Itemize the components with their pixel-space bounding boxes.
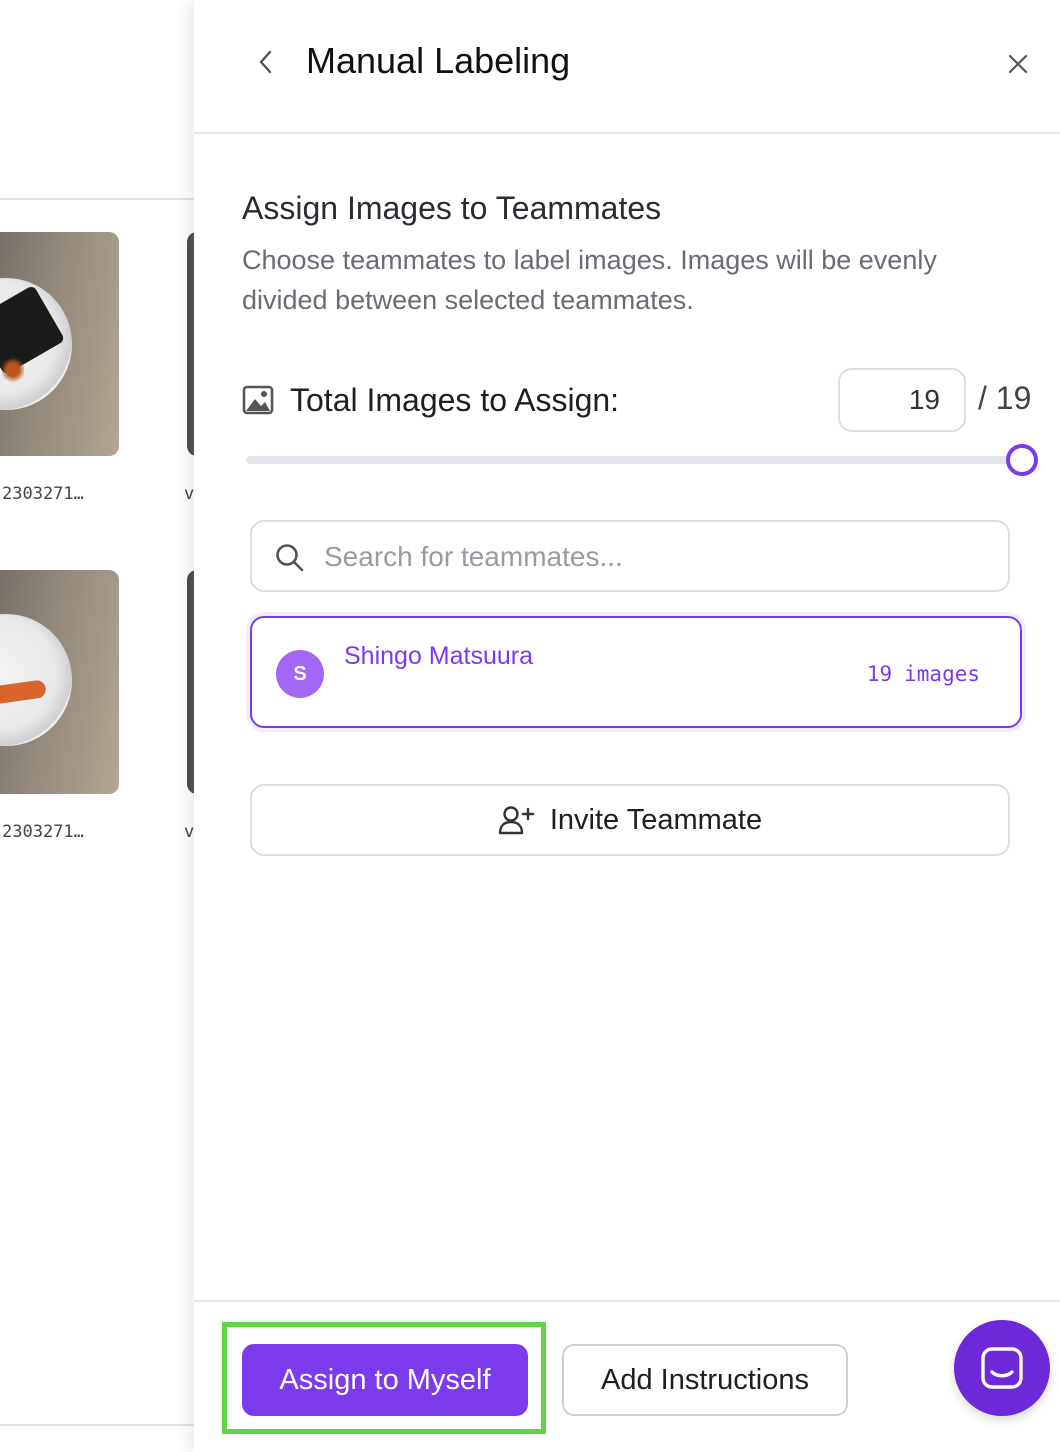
chevron-left-icon — [259, 50, 272, 74]
image-gallery: 2303271… v 2303271… v — [0, 0, 194, 1452]
search-input[interactable] — [324, 534, 984, 580]
image-count-unit: images — [904, 662, 980, 686]
total-images-label: Total Images to Assign: — [290, 382, 620, 418]
gallery-thumbnail[interactable] — [0, 570, 119, 794]
invite-teammate-button[interactable]: Invite Teammate — [250, 784, 1010, 856]
thumbnail-label: 2303271… — [2, 822, 84, 842]
add-user-icon — [498, 806, 535, 835]
add-instructions-button[interactable]: Add Instructions — [562, 1344, 848, 1416]
assign-to-myself-button[interactable]: Assign to Myself — [242, 1344, 528, 1416]
panel-footer: Assign to Myself Add Instructions — [194, 1300, 1060, 1452]
gallery-thumbnail[interactable] — [187, 232, 194, 456]
total-images-max: / 19 — [978, 380, 1032, 416]
chat-icon — [981, 1347, 1023, 1389]
total-images-row: Total Images to Assign: 19 / 19 — [242, 368, 1060, 432]
panel-title: Manual Labeling — [306, 40, 571, 81]
search-icon — [276, 544, 304, 572]
images-slider-track[interactable] — [246, 456, 1022, 464]
gallery-thumbnail[interactable] — [0, 232, 119, 456]
invite-teammate-label: Invite Teammate — [549, 803, 763, 836]
avatar: S — [276, 650, 324, 698]
total-images-input[interactable]: 19 — [838, 368, 966, 432]
close-button[interactable] — [1002, 48, 1034, 80]
back-button[interactable] — [250, 46, 282, 78]
food-graphic — [2, 352, 24, 388]
teammate-name: Shingo Matsuura — [344, 642, 534, 670]
teammate-image-count: 19 images — [867, 662, 980, 686]
manual-labeling-panel: Manual Labeling Assign Images to Teammat… — [194, 0, 1060, 1452]
thumbnail-label: 2303271… — [2, 484, 84, 504]
panel-header: Manual Labeling — [194, 0, 1060, 134]
section-heading: Assign Images to Teammates — [242, 190, 662, 226]
image-count-value: 19 — [866, 662, 893, 686]
gallery-thumbnail[interactable] — [187, 570, 194, 794]
image-icon — [242, 385, 274, 415]
thumbnail-label: v — [184, 484, 194, 504]
thumbnail-label: v — [184, 822, 194, 842]
close-icon — [1008, 54, 1028, 74]
gallery-divider — [0, 1424, 194, 1426]
teammate-card[interactable]: S Shingo Matsuura 19 images — [250, 616, 1022, 728]
section-description: Choose teammates to label images. Images… — [242, 245, 937, 315]
teammate-search — [250, 520, 1010, 592]
images-slider-handle[interactable] — [1006, 444, 1038, 476]
chat-launcher-button[interactable] — [954, 1320, 1050, 1416]
gallery-divider — [0, 198, 194, 200]
